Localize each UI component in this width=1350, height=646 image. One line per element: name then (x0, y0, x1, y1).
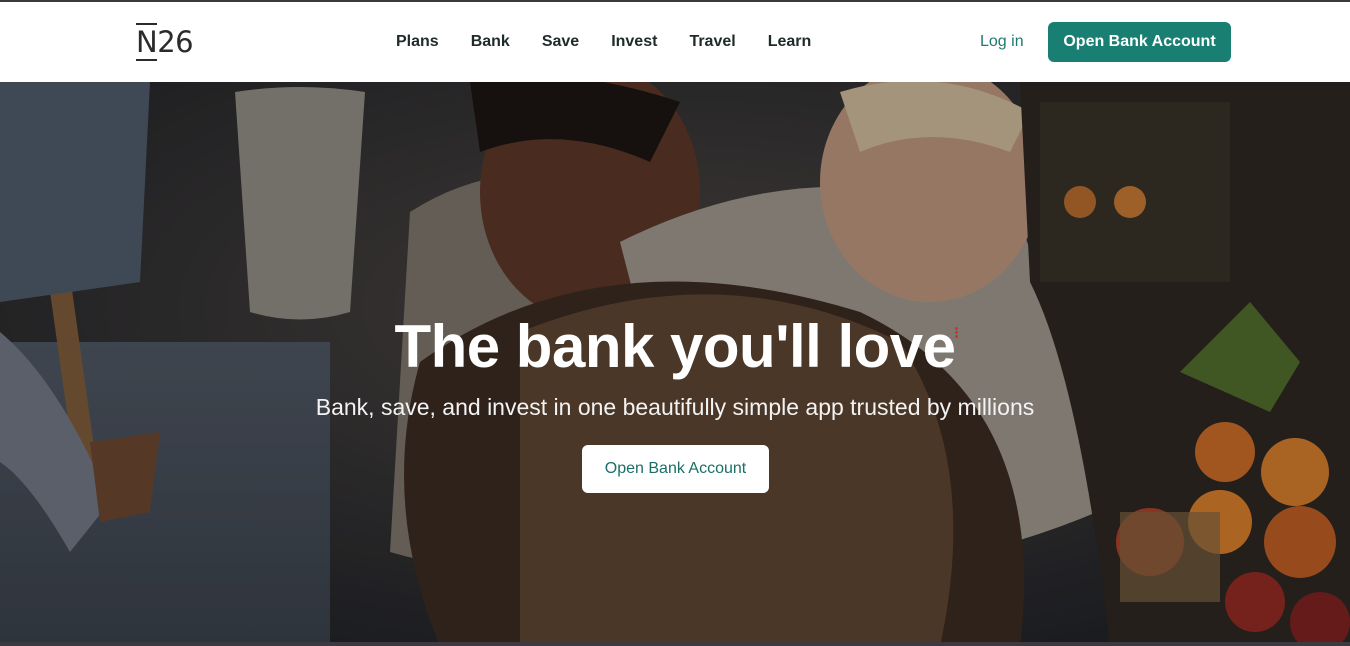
nav-item-plans[interactable]: Plans (396, 33, 439, 51)
logo-letter-n: N (136, 23, 158, 61)
site-header: N 26 Plans Bank Save Invest Travel Learn … (0, 2, 1350, 82)
red-marker-icon (955, 327, 959, 339)
nav-item-invest[interactable]: Invest (611, 33, 657, 51)
hero-section: The bank you'll love Bank, save, and inv… (0, 82, 1350, 646)
hero-subheadline: Bank, save, and invest in one beautifull… (315, 394, 1035, 420)
login-link[interactable]: Log in (980, 33, 1024, 51)
n26-logo[interactable]: N 26 (136, 22, 194, 62)
hero-open-account-button[interactable]: Open Bank Account (582, 445, 769, 493)
nav-item-learn[interactable]: Learn (768, 33, 812, 51)
nav-item-save[interactable]: Save (542, 33, 579, 51)
nav-item-bank[interactable]: Bank (471, 33, 510, 51)
hero-headline: The bank you'll love (394, 313, 956, 380)
main-nav: Plans Bank Save Invest Travel Learn (380, 24, 827, 60)
open-account-button[interactable]: Open Bank Account (1048, 22, 1231, 62)
logo-number: 26 (157, 25, 194, 59)
nav-item-travel[interactable]: Travel (689, 33, 735, 51)
bottom-strip (0, 642, 1350, 646)
